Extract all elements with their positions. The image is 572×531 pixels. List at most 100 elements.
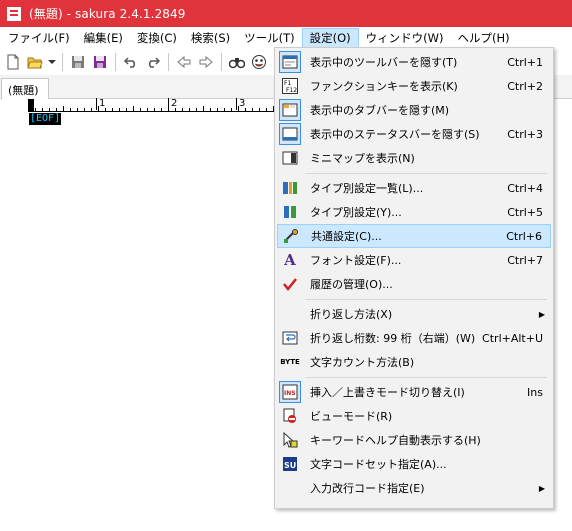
smiley-icon[interactable] (248, 51, 270, 73)
menu-item-hide-tabbar[interactable]: 表示中のタブバーを隠す(M) (277, 98, 551, 122)
menu-help[interactable]: ヘルプ(H) (451, 28, 517, 48)
eof-marker: [EOF] (29, 113, 62, 125)
menu-item-shortcut: Ctrl+5 (507, 205, 543, 219)
menu-item-label: フォント設定(F)... (310, 254, 402, 267)
ruler-tick (238, 106, 239, 111)
menu-item-type-settings-list[interactable]: タイプ別設定一覧(L)... Ctrl+4 (277, 176, 551, 200)
ruler-tick (175, 108, 176, 111)
menu-item-shortcut: Ctrl+3 (507, 127, 543, 141)
menu-separator (305, 299, 547, 300)
svg-text:INS: INS (284, 390, 296, 397)
menu-item-label: タイプ別設定一覧(L)... (310, 182, 424, 195)
menu-item-hide-statusbar[interactable]: 表示中のステータスバーを隠す(S) Ctrl+3 (277, 122, 551, 146)
forward-icon[interactable] (195, 51, 217, 73)
menu-item-label: キーワードヘルプ自動表示する(H) (310, 434, 481, 447)
menu-item-show-minimap[interactable]: ミニマップを表示(N) (277, 146, 551, 170)
ruler-tick (266, 108, 267, 111)
ruler-tick (56, 108, 57, 111)
menu-item-common-settings[interactable]: 共通設定(C)... Ctrl+6 (277, 224, 551, 248)
statusbar-icon (279, 123, 301, 145)
ruler-tick (112, 108, 113, 111)
new-file-icon[interactable] (2, 51, 24, 73)
menu-item-insert-overwrite-toggle[interactable]: INS 挿入／上書きモード切り替え(I) Ins (277, 380, 551, 404)
menu-item-label: 表示中のタブバーを隠す(M) (310, 104, 450, 117)
svg-text:F1: F1 (284, 80, 291, 87)
menu-item-keyword-help-auto[interactable]: キーワードヘルプ自動表示する(H) (277, 428, 551, 452)
menu-item-wrap-method[interactable]: 折り返し方法(X) ▶ (277, 302, 551, 326)
menu-item-shortcut: Ctrl+6 (506, 229, 542, 243)
menu-item-label: ビューモード(R) (310, 410, 393, 423)
ruler-tick (126, 108, 127, 111)
toolbar-divider (62, 52, 63, 71)
ruler-tick (140, 108, 141, 111)
settings-menu-dropdown: 表示中のツールバーを隠す(T) Ctrl+1 F1 F12 ファンクションキーを表… (274, 47, 554, 509)
menu-tools[interactable]: ツール(T) (237, 28, 302, 48)
binoculars-icon[interactable] (226, 51, 248, 73)
font-icon: A (284, 251, 296, 269)
menu-item-charset-specify[interactable]: SU 文字コードセット指定(A)... (277, 452, 551, 476)
type-settings-list-icon (279, 177, 301, 199)
ruler-tick (231, 108, 232, 111)
menu-item-label: タイプ別設定(Y)... (310, 206, 402, 219)
menu-item-label: 折り返し方法(X) (310, 308, 393, 321)
menu-convert[interactable]: 変換(C) (130, 28, 184, 48)
ruler-tick (168, 106, 169, 111)
redo-icon[interactable] (142, 51, 164, 73)
ruler-tick (203, 106, 204, 111)
menu-item-history-management[interactable]: 履歴の管理(O)... (277, 272, 551, 296)
toolbar-divider (221, 52, 222, 71)
menu-item-show-function-keys[interactable]: F1 F12 ファンクションキーを表示(K) Ctrl+2 (277, 74, 551, 98)
undo-icon[interactable] (120, 51, 142, 73)
menu-item-label: 折り返し桁数: 99 桁（右端）(W) (310, 332, 476, 345)
menu-item-input-linebreak-code[interactable]: 入力改行コード指定(E) ▶ (277, 476, 551, 500)
ruler-tick (245, 108, 246, 111)
menu-edit[interactable]: 編集(E) (77, 28, 130, 48)
menu-search[interactable]: 検索(S) (184, 28, 237, 48)
menu-item-wrap-columns[interactable]: 折り返し桁数: 99 桁（右端）(W) Ctrl+Alt+U (277, 326, 551, 350)
ruler-tick (147, 108, 148, 111)
menu-item-font-settings[interactable]: A フォント設定(F)... Ctrl+7 (277, 248, 551, 272)
ruler-tick (217, 108, 218, 111)
submenu-arrow-icon: ▶ (538, 309, 545, 319)
menu-item-type-settings[interactable]: タイプ別設定(Y)... Ctrl+5 (277, 200, 551, 224)
menu-item-label: 表示中のステータスバーを隠す(S) (310, 128, 480, 141)
ruler-tick (63, 106, 64, 111)
submenu-arrow-icon: ▶ (538, 483, 545, 493)
dropdown-arrow-icon[interactable] (46, 51, 58, 73)
common-settings-icon (280, 225, 302, 247)
menu-item-shortcut: Ctrl+Alt+U (482, 331, 543, 345)
empty-icon-slot (279, 477, 301, 499)
ruler-tick (119, 108, 120, 111)
ruler-tick (84, 108, 85, 111)
svg-text:F12: F12 (286, 87, 297, 94)
menu-item-shortcut: Ctrl+2 (507, 79, 543, 93)
menu-separator (305, 377, 547, 378)
ruler-tick (182, 108, 183, 111)
title-bar: (無題) - sakura 2.4.1.2849 (0, 0, 572, 27)
menu-file[interactable]: ファイル(F) (1, 28, 77, 48)
menu-item-shortcut: Ctrl+7 (507, 253, 543, 267)
ruler-tick (210, 108, 211, 111)
svg-text:SU: SU (284, 461, 296, 470)
menu-window[interactable]: ウィンドウ(W) (359, 28, 451, 48)
menu-settings[interactable]: 設定(O) (301, 27, 359, 48)
menu-item-char-count-method[interactable]: BYTE 文字カウント方法(B) (277, 350, 551, 374)
menu-item-shortcut: Ins (527, 385, 543, 399)
menu-item-shortcut: Ctrl+1 (507, 55, 543, 69)
back-icon[interactable] (173, 51, 195, 73)
wrap-icon (279, 327, 301, 349)
ruler-tick (161, 108, 162, 111)
menu-item-label: 共通設定(C)... (311, 230, 382, 243)
menu-item-view-mode[interactable]: ビューモード(R) (277, 404, 551, 428)
open-file-icon[interactable] (24, 51, 46, 73)
menu-item-shortcut: Ctrl+4 (507, 181, 543, 195)
ruler-tick (189, 108, 190, 111)
menu-bar: ファイル(F) 編集(E) 変換(C) 検索(S) ツール(T) 設定(O) ウ… (0, 27, 572, 48)
toolbar-divider (115, 52, 116, 71)
menu-item-label: ミニマップを表示(N) (310, 152, 415, 165)
save-icon[interactable] (67, 51, 89, 73)
menu-item-label: ファンクションキーを表示(K) (310, 80, 458, 93)
save-all-icon[interactable] (89, 51, 111, 73)
menu-item-hide-toolbar[interactable]: 表示中のツールバーを隠す(T) Ctrl+1 (277, 50, 551, 74)
document-tab[interactable]: (無題) (1, 78, 49, 99)
